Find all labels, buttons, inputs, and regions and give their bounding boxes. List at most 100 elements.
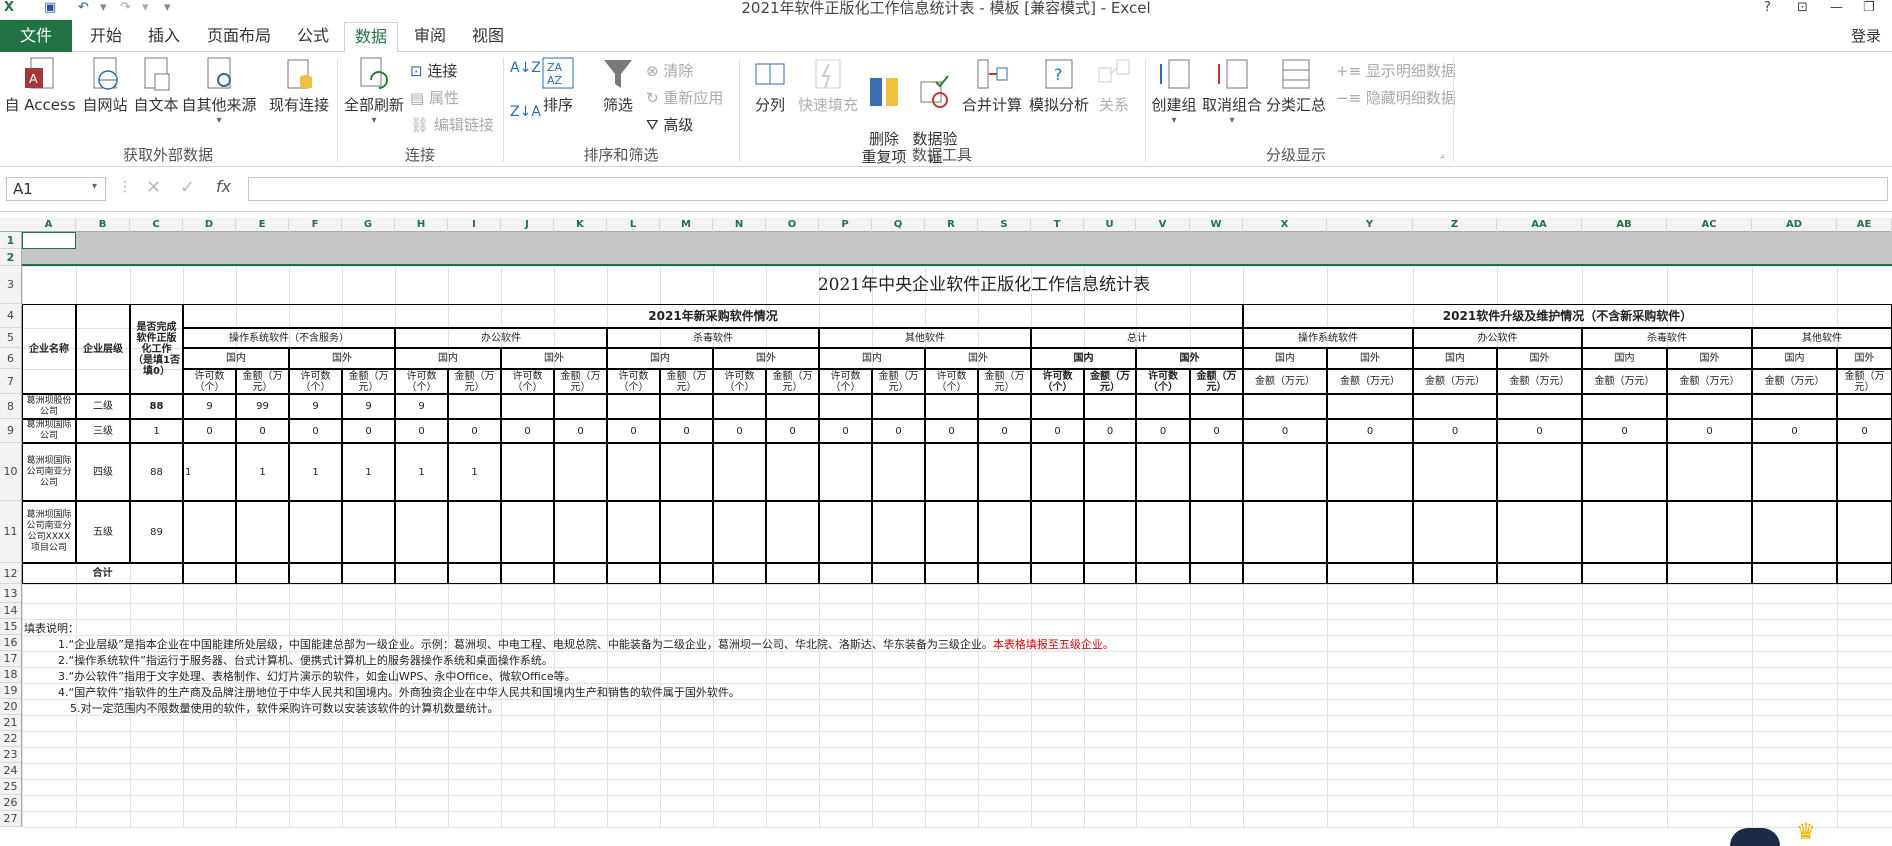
from-text-button[interactable]: 自文本 <box>130 56 182 115</box>
total-cell[interactable] <box>1413 563 1497 584</box>
value-cell[interactable] <box>660 394 713 419</box>
consolidate-button[interactable]: 合并计算 <box>960 56 1024 115</box>
value-cell[interactable] <box>1190 501 1243 563</box>
value-cell[interactable] <box>554 501 607 563</box>
formula-input[interactable] <box>248 177 1888 201</box>
login-link[interactable]: 登录 <box>1842 22 1890 52</box>
value-cell[interactable] <box>1413 501 1497 563</box>
total-cell[interactable] <box>1837 563 1892 584</box>
value-cell[interactable] <box>978 501 1031 563</box>
help-icon[interactable]: ? <box>1764 0 1771 16</box>
value-cell[interactable] <box>925 501 978 563</box>
done-cell[interactable]: 89 <box>130 501 183 563</box>
value-cell[interactable]: 1 <box>289 443 342 501</box>
value-cell[interactable]: 9 <box>395 394 448 419</box>
total-cell[interactable] <box>766 563 819 584</box>
value-cell[interactable] <box>925 394 978 419</box>
value-cell[interactable] <box>1667 501 1752 563</box>
header-foreign[interactable]: 国外 <box>501 348 607 369</box>
row-header-3[interactable]: 3 <box>0 266 21 304</box>
header-done[interactable]: 是否完成软件正版化工作（是填1否填0） <box>130 304 183 394</box>
header-foreign[interactable]: 国外 <box>289 348 395 369</box>
column-header-D[interactable]: D <box>183 218 236 232</box>
value-cell[interactable]: 1 <box>342 443 395 501</box>
row-header-20[interactable]: 20 <box>0 699 21 715</box>
value-cell[interactable] <box>1667 443 1752 501</box>
tab-home[interactable]: 开始 <box>80 22 132 52</box>
row-header-17[interactable]: 17 <box>0 651 21 667</box>
properties-button[interactable]: ▤ 属性 <box>410 87 459 108</box>
instruction-note[interactable]: 2.“操作系统软件”指运行于服务器、台式计算机、便携式计算机上的服务器操作系统和… <box>58 652 553 668</box>
total-cell[interactable] <box>1327 563 1413 584</box>
total-cell[interactable] <box>289 563 342 584</box>
column-header-Y[interactable]: Y <box>1327 218 1413 232</box>
header-subcol[interactable]: 金额（万元） <box>766 369 819 394</box>
column-header-AD[interactable]: AD <box>1752 218 1837 232</box>
value-cell[interactable]: 0 <box>766 419 819 443</box>
value-cell[interactable] <box>289 501 342 563</box>
subtotal-button[interactable]: 分类汇总 <box>1264 56 1328 115</box>
value-cell[interactable] <box>1837 394 1892 419</box>
value-cell[interactable] <box>1582 501 1667 563</box>
header-subcol[interactable]: 许可数（个） <box>925 369 978 394</box>
value-cell[interactable]: 1 <box>183 443 236 501</box>
header-new-purchase[interactable]: 2021年新采购软件情况 <box>183 304 1243 328</box>
header-domestic[interactable]: 国内 <box>1752 348 1837 369</box>
column-header-AB[interactable]: AB <box>1582 218 1667 232</box>
header-subcol[interactable]: 金额（万元） <box>1497 369 1582 394</box>
value-cell[interactable] <box>607 501 660 563</box>
header-subcol[interactable]: 金额（万元） <box>1084 369 1136 394</box>
header-category[interactable]: 总计 <box>1031 328 1243 348</box>
column-header-U[interactable]: U <box>1084 218 1136 232</box>
value-cell[interactable]: 0 <box>607 419 660 443</box>
value-cell[interactable] <box>766 501 819 563</box>
name-box[interactable]: A1 <box>6 177 106 201</box>
header-subcol[interactable]: 金额（万元） <box>554 369 607 394</box>
value-cell[interactable]: 0 <box>501 419 554 443</box>
instruction-note[interactable]: 4.“国产软件”指软件的生产商及品牌注册地位于中华人民共和国境内。外商独资企业在… <box>58 684 740 700</box>
value-cell[interactable] <box>1327 394 1413 419</box>
value-cell[interactable] <box>819 394 872 419</box>
value-cell[interactable] <box>1190 443 1243 501</box>
what-if-analysis-button[interactable]: ? 模拟分析 <box>1024 56 1094 115</box>
header-domestic[interactable]: 国内 <box>1243 348 1327 369</box>
total-cell[interactable] <box>1136 563 1190 584</box>
total-cell[interactable] <box>1582 563 1667 584</box>
header-subcol[interactable]: 金额（万元） <box>1667 369 1752 394</box>
header-subcol[interactable]: 金额（万元） <box>660 369 713 394</box>
row-header-23[interactable]: 23 <box>0 747 21 763</box>
value-cell[interactable]: 9 <box>289 394 342 419</box>
value-cell[interactable] <box>872 394 925 419</box>
value-cell[interactable]: 0 <box>1190 419 1243 443</box>
group-button[interactable]: 创建组 ▾ <box>1148 56 1200 126</box>
value-cell[interactable]: 0 <box>1084 419 1136 443</box>
level-cell[interactable]: 四级 <box>76 443 130 501</box>
value-cell[interactable] <box>1031 501 1084 563</box>
insert-function-icon[interactable]: fx <box>216 177 231 196</box>
header-category[interactable]: 操作系统软件（不含服务） <box>183 328 395 348</box>
column-header-K[interactable]: K <box>554 218 607 232</box>
from-web-button[interactable]: 自网站 <box>78 56 132 115</box>
value-cell[interactable]: 1 <box>395 443 448 501</box>
total-cell[interactable] <box>1752 563 1837 584</box>
row-header-9[interactable]: 9 <box>0 419 21 443</box>
header-domestic[interactable]: 国内 <box>1031 348 1136 369</box>
tab-data[interactable]: 数据 <box>344 22 398 53</box>
row-header-5[interactable]: 5 <box>0 328 21 348</box>
value-cell[interactable] <box>872 443 925 501</box>
total-cell[interactable] <box>236 563 289 584</box>
total-label[interactable]: 合计 <box>22 563 183 584</box>
value-cell[interactable] <box>1327 501 1413 563</box>
header-subcol[interactable]: 许可数（个） <box>1136 369 1190 394</box>
value-cell[interactable] <box>766 443 819 501</box>
row-header-26[interactable]: 26 <box>0 795 21 811</box>
sort-button[interactable]: ZA AZ 排序 <box>536 56 580 115</box>
value-cell[interactable] <box>1497 394 1582 419</box>
value-cell[interactable] <box>1243 443 1327 501</box>
value-cell[interactable] <box>1327 443 1413 501</box>
header-subcol[interactable]: 许可数（个） <box>289 369 342 394</box>
column-header-AA[interactable]: AA <box>1497 218 1582 232</box>
value-cell[interactable] <box>1243 394 1327 419</box>
header-foreign[interactable]: 国外 <box>1837 348 1892 369</box>
value-cell[interactable]: 0 <box>289 419 342 443</box>
